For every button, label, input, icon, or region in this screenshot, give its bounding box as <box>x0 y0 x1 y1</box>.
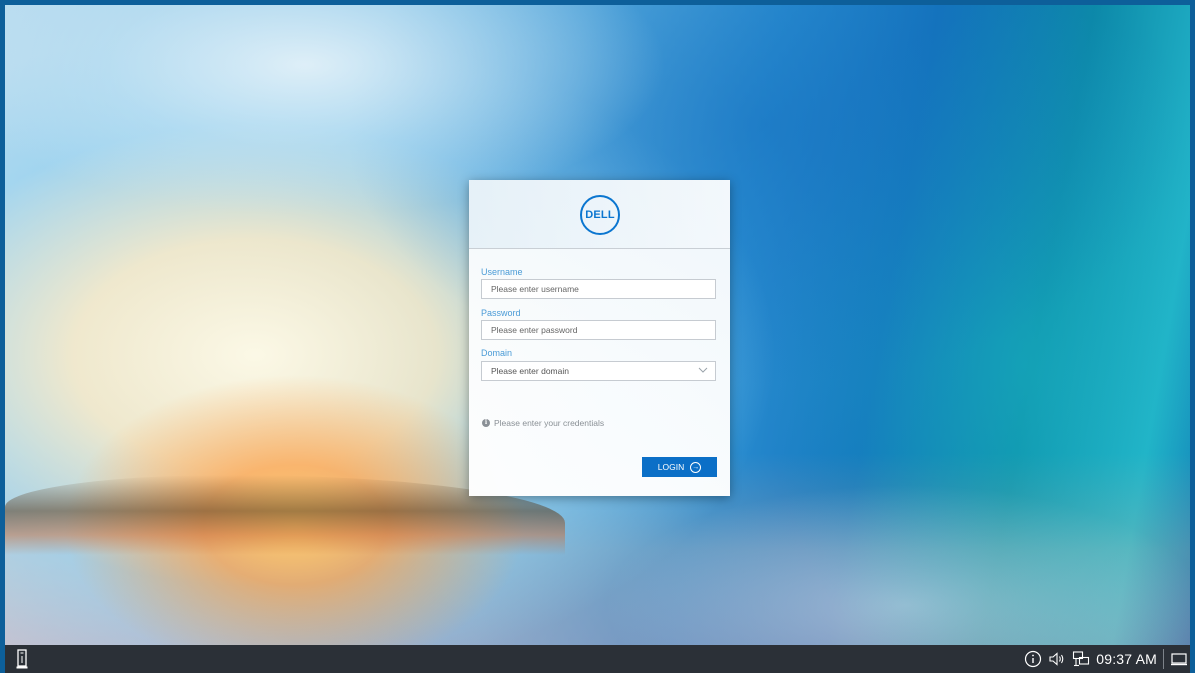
info-tray-button[interactable] <box>1024 650 1042 668</box>
password-input[interactable] <box>481 320 716 340</box>
username-input[interactable] <box>481 279 716 299</box>
credentials-hint: i Please enter your credentials <box>482 418 604 428</box>
arrow-right-circle-icon: → <box>690 461 702 473</box>
tray-divider <box>1163 649 1164 669</box>
login-button-label: LOGIN <box>657 462 685 472</box>
login-dialog: DELL Username Password Domain Please ent… <box>469 180 730 496</box>
username-label: Username <box>481 267 523 277</box>
password-label: Password <box>481 308 521 318</box>
thin-client-icon <box>16 649 28 669</box>
hint-text: Please enter your credentials <box>494 418 605 428</box>
info-icon: i <box>482 419 490 427</box>
volume-icon <box>1049 652 1064 666</box>
domain-select[interactable]: Please enter domain <box>481 361 716 381</box>
network-tray-button[interactable] <box>1072 650 1090 668</box>
login-header: DELL <box>469 180 730 249</box>
system-tray: 09:37 AM <box>1024 645 1190 673</box>
network-icon <box>1073 651 1090 667</box>
show-desktop-button[interactable] <box>1170 650 1188 668</box>
login-button[interactable]: LOGIN → <box>642 457 717 477</box>
start-button[interactable] <box>14 648 30 670</box>
dell-logo: DELL <box>580 195 620 235</box>
info-icon <box>1025 650 1042 668</box>
domain-placeholder: Please enter domain <box>491 366 569 376</box>
volume-tray-button[interactable] <box>1048 650 1066 668</box>
taskbar: 09:37 AM <box>5 645 1190 673</box>
chevron-down-icon <box>698 367 708 373</box>
show-desktop-icon <box>1171 653 1187 666</box>
clock[interactable]: 09:37 AM <box>1096 651 1157 667</box>
domain-label: Domain <box>481 348 513 358</box>
